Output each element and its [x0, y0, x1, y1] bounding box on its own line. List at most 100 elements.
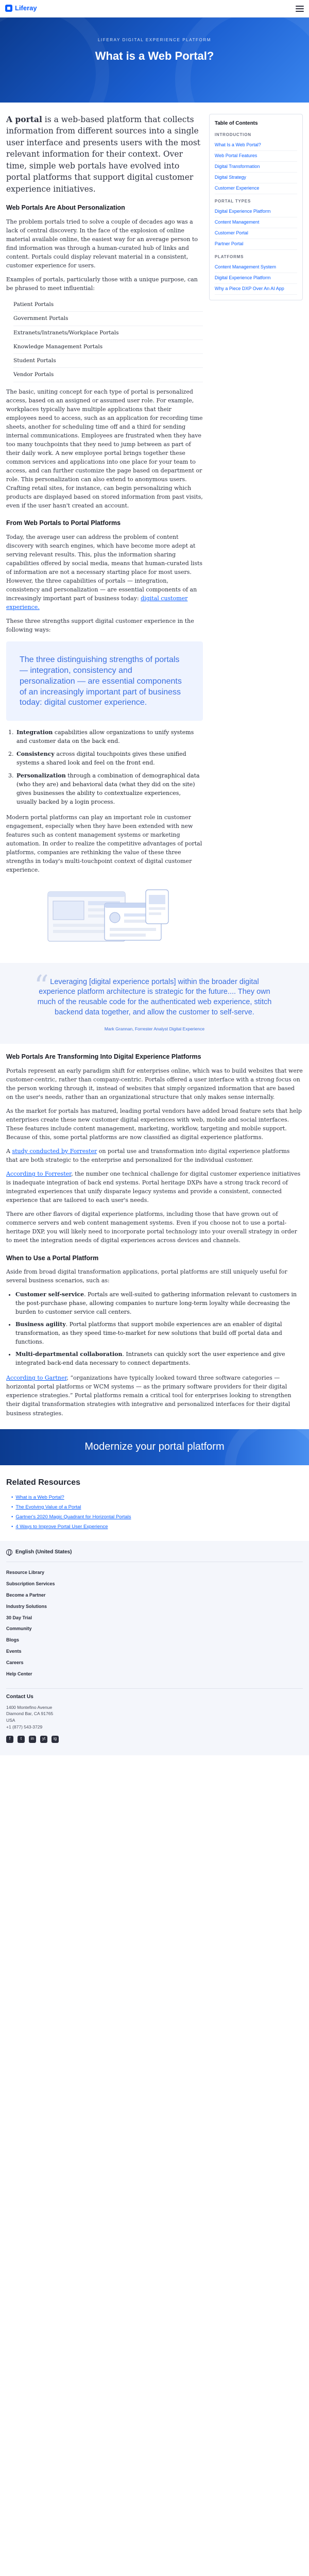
quote-text: Leveraging [digital experience portals] … [37, 977, 272, 1016]
paragraph: According to Gartner, “organizations hav… [6, 1375, 291, 1417]
site-header: Liferay [0, 0, 309, 18]
liferay-logo-icon [5, 5, 12, 12]
inline-link[interactable]: According to Gartner [6, 1375, 67, 1381]
paragraph: Portals represent an early paradigm shif… [6, 1067, 303, 1100]
related-resources: Related Resources What is a Web Portal? … [0, 1465, 309, 1541]
section-heading: Web Portals Are Transforming Into Digita… [6, 1053, 201, 1061]
section-heading: From Web Portals to Portal Platforms [6, 519, 121, 527]
social-links: f t in yt ig [6, 1735, 303, 1743]
list-item: Multi-departmental collaboration. Intran… [15, 1350, 303, 1367]
address-line: 1400 Montefino Avenue [6, 1704, 53, 1710]
youtube-icon[interactable]: yt [40, 1735, 47, 1743]
list-item: Integration capabilities allow organizat… [15, 728, 203, 745]
toc-link[interactable]: Digital Transformation [214, 162, 297, 173]
footer-link[interactable]: Help Center [6, 1669, 303, 1680]
language-selector[interactable]: English (United States) [6, 1548, 303, 1562]
paragraph: Modern portal platforms can play an impo… [6, 814, 202, 873]
resource-link[interactable]: 4 Ways to Improve Portal User Experience [11, 1523, 303, 1531]
article-lead: A portal is a web-based platform that co… [6, 114, 201, 194]
toc-title: Table of Contents [214, 121, 258, 126]
toc-link[interactable]: Customer Experience [214, 183, 297, 194]
footer-links: Resource Library Subscription Services B… [6, 1562, 303, 1685]
toc-link[interactable]: Customer Portal [214, 228, 297, 239]
footer-link[interactable]: Careers [6, 1657, 303, 1669]
footer-link[interactable]: Resource Library [6, 1567, 303, 1579]
toc-group-label: Portal Types [214, 198, 251, 204]
toc-link[interactable]: Digital Experience Platform [214, 207, 297, 217]
resources-title: Related Resources [6, 1478, 81, 1487]
list-item: Personalization through a combination of… [15, 771, 203, 806]
callout-box: The three distinguishing strengths of po… [6, 641, 203, 721]
paragraph: Today, the average user can address the … [6, 533, 203, 611]
quote-citation: Mark Grannan, Forrester Analyst Digital … [104, 1026, 205, 1032]
list-item: Customer self-service. Portals are well-… [15, 1290, 303, 1316]
toc-link[interactable]: Digital Strategy [214, 173, 297, 183]
footer-link[interactable]: Become a Partner [6, 1590, 303, 1601]
list-item: Business agility. Portal platforms that … [15, 1320, 303, 1346]
list-item: Vendor Portals [13, 368, 203, 382]
toc-link[interactable]: Content Management [214, 217, 297, 228]
article-continued: Web Portals Are Transforming Into Digita… [0, 1052, 309, 1417]
paragraph: A study conducted by Forrester on portal… [6, 1148, 290, 1164]
footer-link[interactable]: 30 Day Trial [6, 1613, 303, 1624]
resource-link[interactable]: The Evolving Value of a Portal [11, 1504, 303, 1512]
paragraph: The problem portals tried to solve a cou… [6, 218, 198, 269]
instagram-icon[interactable]: ig [52, 1735, 59, 1743]
hamburger-menu-icon[interactable] [296, 5, 304, 12]
linkedin-icon[interactable]: in [29, 1735, 36, 1743]
paragraph: There are other flavors of digital exper… [6, 1211, 297, 1244]
table-of-contents-sidebar: Table of Contents Introduction What Is a… [209, 114, 303, 953]
footer-link[interactable]: Blogs [6, 1635, 303, 1646]
section-heading: When to Use a Portal Platform [6, 1254, 99, 1262]
cta-text[interactable]: Modernize your portal platform [84, 1439, 224, 1455]
paragraph: The basic, uniting concept for each type… [6, 388, 203, 510]
portal-types-list: Patient Portals Government Portals Extra… [13, 298, 203, 382]
callout-text: The three distinguishing strengths of po… [20, 655, 182, 707]
pull-quote: “ Leveraging [digital experience portals… [0, 962, 309, 1044]
toc-link[interactable]: Why a Piece DXP Over An AI App [214, 284, 297, 295]
section-heading: Web Portals Are About Personalization [6, 204, 125, 212]
brand-logo[interactable]: Liferay [5, 3, 37, 13]
list-item: Government Portals [13, 312, 203, 326]
contact-block: Contact Us 1400 Montefino Avenue Diamond… [6, 1693, 303, 1743]
toc-link[interactable]: Digital Experience Platform [214, 273, 297, 284]
hero-banner: Liferay Digital Experience Platform What… [0, 18, 309, 103]
inline-link[interactable]: study conducted by Forrester [12, 1148, 97, 1155]
twitter-icon[interactable]: t [18, 1735, 25, 1743]
paragraph: These three strengths support digital cu… [6, 618, 194, 634]
address-line: Diamond Bar, CA 91765 [6, 1711, 54, 1717]
toc-link[interactable]: Web Portal Features [214, 151, 297, 162]
language-label: English (United States) [15, 1549, 72, 1555]
use-cases-list: Customer self-service. Portals are well-… [15, 1290, 303, 1367]
toc-link[interactable]: Content Management System [214, 262, 297, 274]
list-item: Student Portals [13, 354, 203, 368]
toc-link[interactable]: Partner Portal [214, 239, 297, 250]
cta-banner[interactable]: Modernize your portal platform [0, 1429, 309, 1465]
hero-eyebrow: Liferay Digital Experience Platform [97, 38, 212, 42]
toc-group-label: Introduction [214, 132, 251, 137]
strengths-list: Integration capabilities allow organizat… [15, 728, 203, 806]
portal-illustration [6, 883, 203, 948]
resource-link[interactable]: What is a Web Portal? [11, 1494, 303, 1502]
toc-link[interactable]: What Is a Web Portal? [214, 140, 297, 151]
globe-icon [6, 1549, 12, 1556]
address-line: USA [6, 1718, 15, 1723]
list-item: Patient Portals [13, 298, 203, 312]
page-title: What is a Web Portal? [95, 49, 214, 63]
paragraph: According to Forrester, the number one t… [6, 1171, 301, 1204]
resources-list: What is a Web Portal? The Evolving Value… [6, 1494, 303, 1531]
footer-link[interactable]: Events [6, 1646, 303, 1657]
paragraph: Examples of portals, particularly those … [6, 276, 198, 292]
footer-link[interactable]: Community [6, 1623, 303, 1635]
footer-link[interactable]: Subscription Services [6, 1579, 303, 1590]
brand-name: Liferay [15, 4, 37, 12]
paragraph: Aside from broad digital transformation … [6, 1268, 287, 1284]
footer-link[interactable]: Industry Solutions [6, 1601, 303, 1613]
article-body: A portal is a web-based platform that co… [6, 114, 203, 953]
resource-link[interactable]: Gartner's 2020 Magic Quadrant for Horizo… [11, 1514, 303, 1521]
list-item: Consistency across digital touchpoints g… [15, 750, 203, 767]
screens-illustration-icon [47, 889, 169, 942]
inline-link[interactable]: According to Forrester [6, 1171, 71, 1177]
phone-number[interactable]: +1 (877) 543-3729 [6, 1724, 303, 1731]
facebook-icon[interactable]: f [6, 1735, 13, 1743]
